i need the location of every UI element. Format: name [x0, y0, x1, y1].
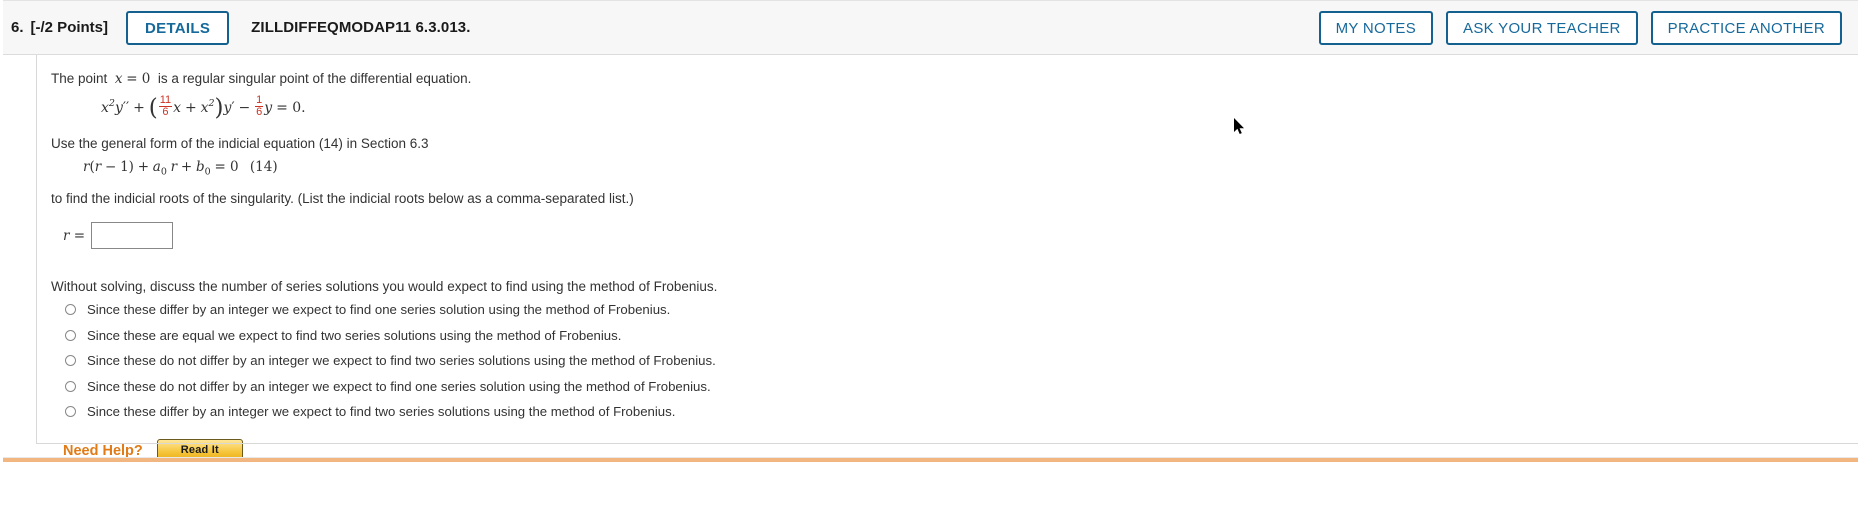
ask-your-teacher-button[interactable]: ASK YOUR TEACHER: [1446, 10, 1638, 45]
option-row-4[interactable]: Since these do not differ by an integer …: [65, 379, 1838, 394]
question-body: The point x = 0 is a regular singular po…: [3, 55, 1858, 462]
option-label-5: Since these differ by an integer we expe…: [87, 404, 676, 420]
ind-r3: r: [170, 159, 178, 176]
ind-r2: r: [94, 159, 102, 176]
ind-equals: = 0: [214, 159, 239, 176]
fraction-denominator: 6: [158, 106, 173, 119]
intro-prefix: The point: [51, 71, 108, 86]
fraction-numerator: 11: [159, 93, 172, 106]
eq-x: x: [101, 99, 109, 116]
eq-close-paren: ): [214, 95, 224, 122]
question-number: 6.: [11, 19, 24, 36]
intro-equality: = 0: [126, 71, 151, 87]
textbook-code: ZILLDIFFEQMODAP11 6.3.013.: [251, 19, 471, 36]
intro-variable: x: [114, 71, 123, 87]
radio-button-icon[interactable]: [65, 380, 76, 392]
question-header: 6. [-/2 Points] DETAILS ZILLDIFFEQMODAP1…: [3, 0, 1858, 55]
eq-y-prime-mark: ′: [231, 99, 235, 116]
ind-b-subscript: 0: [204, 166, 211, 178]
my-notes-button[interactable]: MY NOTES: [1318, 10, 1434, 45]
ind-a: a: [152, 159, 161, 176]
indicial-instruction: Use the general form of the indicial equ…: [51, 135, 429, 151]
intro-suffix: is a regular singular point of the diffe…: [157, 71, 472, 86]
eq-y: y: [114, 99, 123, 116]
question-content: The point x = 0 is a regular singular po…: [3, 69, 1858, 462]
option-label-1: Since these differ by an integer we expe…: [87, 302, 671, 318]
eq-plus: +: [133, 99, 145, 116]
ind-close: ): [128, 159, 134, 176]
discussion-prompt: Without solving, discuss the number of s…: [51, 279, 718, 295]
ind-minus: −: [104, 159, 117, 176]
eq-tail-equals: = 0.: [276, 99, 306, 116]
eq-inner-plus: +: [184, 99, 197, 116]
eq-y-primes: ′′: [122, 99, 130, 116]
details-button[interactable]: DETAILS: [126, 10, 230, 45]
ind-plus2: +: [180, 159, 193, 176]
question-page: 6. [-/2 Points] DETAILS ZILLDIFFEQMODAP1…: [0, 0, 1861, 512]
answer-label: r =: [63, 227, 86, 244]
eq-open-paren: (: [148, 95, 158, 122]
option-row-5[interactable]: Since these differ by an integer we expe…: [65, 404, 1838, 419]
option-label-2: Since these are equal we expect to find …: [87, 327, 622, 343]
points-label: [-/2 Points]: [30, 19, 109, 36]
fraction2-denominator: 6: [255, 106, 264, 119]
answer-options: Since these differ by an integer we expe…: [65, 302, 1838, 419]
option-label-3: Since these do not differ by an integer …: [87, 353, 716, 369]
differential-equation: x2y′′ + (11 6 x + x2)y′ − 16y = 0.: [51, 93, 1838, 122]
radio-button-icon[interactable]: [65, 355, 76, 367]
radio-button-icon[interactable]: [65, 304, 76, 316]
radio-button-icon[interactable]: [65, 329, 76, 341]
ind-one: 1: [120, 159, 129, 176]
eq-inner-x2-exponent: 2: [208, 97, 215, 109]
bottom-accent-strip: [3, 457, 1858, 462]
practice-another-button[interactable]: PRACTICE ANOTHER: [1650, 10, 1842, 45]
option-row-1[interactable]: Since these differ by an integer we expe…: [65, 302, 1838, 317]
bottom-divider: [36, 442, 1858, 444]
fraction-one-sixth: 16: [255, 93, 264, 119]
option-label-4: Since these do not differ by an integer …: [87, 378, 711, 394]
option-row-2[interactable]: Since these are equal we expect to find …: [65, 328, 1838, 343]
eq-inner-x: x: [173, 99, 182, 116]
ind-plus1: +: [137, 159, 150, 176]
ind-a-subscript: 0: [160, 166, 167, 178]
radio-button-icon[interactable]: [65, 406, 76, 418]
option-row-3[interactable]: Since these do not differ by an integer …: [65, 353, 1838, 368]
find-roots-instruction: to find the indicial roots of the singul…: [51, 190, 634, 206]
fraction-eleven-sixths: 11 6: [158, 93, 173, 119]
indicial-roots-input[interactable]: [91, 222, 174, 250]
eq-tail-y: y: [264, 99, 273, 116]
intro-sentence: The point x = 0 is a regular singular po…: [51, 69, 1838, 90]
fraction2-numerator: 1: [256, 93, 263, 106]
answer-row: r =: [63, 222, 1838, 250]
ind-tag: (14): [249, 159, 278, 176]
header-actions: MY NOTES ASK YOUR TEACHER PRACTICE ANOTH…: [1318, 10, 1842, 45]
eq-minus: −: [238, 99, 251, 116]
left-divider: [36, 55, 37, 443]
indicial-equation: r(r − 1) + a0 r + b0 = 0 (14): [51, 159, 1838, 178]
ind-b: b: [195, 159, 205, 176]
